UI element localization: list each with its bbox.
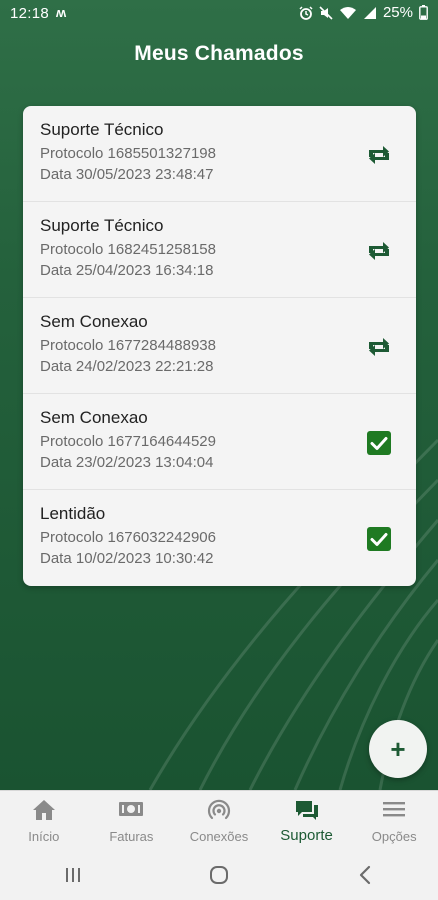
home-circle-icon (210, 866, 228, 884)
check-icon (367, 527, 391, 551)
ticket-item[interactable]: Sem Conexao Protocolo 1677164644529 Data… (23, 394, 416, 490)
mute-icon (319, 5, 333, 20)
nav-label: Faturas (109, 829, 154, 844)
broadcast-icon (207, 799, 231, 820)
ticket-item[interactable]: Suporte Técnico Protocolo 1682451258158 … (23, 202, 416, 298)
recent-apps-button[interactable] (43, 850, 103, 900)
status-bar: 12:18 ʍ 25% (0, 0, 438, 28)
add-ticket-button[interactable]: + (369, 720, 427, 778)
repeat-icon (369, 146, 389, 164)
ticket-item[interactable]: Suporte Técnico Protocolo 1685501327198 … (23, 106, 416, 202)
recent-apps-icon (66, 868, 80, 882)
ticket-protocol: Protocolo 1676032242906 (40, 529, 216, 546)
ticket-protocol: Protocolo 1682451258158 (40, 241, 216, 258)
nav-item-suporte[interactable]: Suporte (263, 791, 351, 851)
ticket-date: Data 30/05/2023 23:48:47 (40, 166, 214, 183)
nav-item-opcoes[interactable]: Opções (350, 791, 438, 851)
nav-label: Opções (371, 829, 417, 844)
ticket-protocol: Protocolo 1677164644529 (40, 433, 216, 450)
home-icon (32, 800, 55, 820)
check-icon (367, 431, 391, 455)
nav-label: Suporte (280, 827, 333, 844)
battery-percent: 25% (382, 4, 413, 21)
bottom-nav: Início Faturas Conexões Suporte Opções (0, 790, 438, 851)
signal-icon (363, 6, 376, 19)
ticket-item[interactable]: Sem Conexao Protocolo 1677284488938 Data… (23, 298, 416, 394)
nav-label: Início (28, 829, 60, 844)
page-title: Meus Chamados (134, 42, 304, 65)
ticket-item[interactable]: Lentidão Protocolo 1676032242906 Data 10… (23, 490, 416, 586)
carrier-icon: ʍ (56, 5, 67, 20)
ticket-name: Lentidão (40, 504, 106, 523)
ticket-name: Suporte Técnico (40, 120, 164, 139)
ticket-date: Data 25/04/2023 16:34:18 (40, 262, 214, 279)
ticket-date: Data 10/02/2023 10:30:42 (40, 550, 214, 567)
alarm-icon (299, 5, 313, 20)
ticket-name: Suporte Técnico (40, 216, 164, 235)
system-nav-bar (0, 850, 438, 900)
nav-item-conexoes[interactable]: Conexões (175, 791, 263, 851)
back-button[interactable] (335, 850, 395, 900)
wifi-icon (339, 6, 356, 19)
status-icons: 25% (299, 4, 428, 21)
money-icon (119, 802, 144, 816)
ticket-protocol: Protocolo 1685501327198 (40, 145, 216, 162)
nav-item-inicio[interactable]: Início (0, 791, 88, 851)
ticket-protocol: Protocolo 1677284488938 (40, 337, 216, 354)
ticket-name: Sem Conexao (40, 312, 148, 331)
nav-label: Conexões (189, 829, 249, 844)
back-icon (359, 865, 371, 885)
ticket-date: Data 24/02/2023 22:21:28 (40, 358, 214, 375)
tickets-card: Suporte Técnico Protocolo 1685501327198 … (23, 106, 416, 586)
status-time: 12:18 (10, 5, 50, 22)
ticket-date: Data 23/02/2023 13:04:04 (40, 454, 214, 471)
chat-icon (295, 801, 318, 820)
menu-icon (383, 802, 406, 817)
repeat-icon (369, 338, 389, 356)
nav-item-faturas[interactable]: Faturas (88, 791, 176, 851)
ticket-name: Sem Conexao (40, 408, 148, 427)
battery-icon (419, 5, 428, 20)
repeat-icon (369, 242, 389, 260)
home-button[interactable] (189, 850, 249, 900)
